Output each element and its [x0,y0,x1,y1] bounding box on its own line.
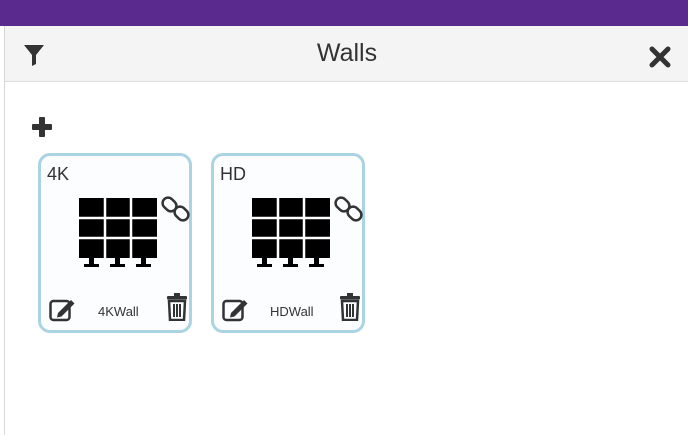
link-icon[interactable] [334,194,364,224]
wall-name: 4KWall [98,304,139,319]
close-icon[interactable] [649,46,671,68]
edit-icon[interactable] [222,296,250,322]
walls-panel: Walls 4K 4KWall HD HDWall [4,26,688,435]
edit-icon[interactable] [49,296,77,322]
wall-card-label: 4K [47,164,70,184]
wall-name: HDWall [270,304,314,319]
trash-icon[interactable] [339,293,361,321]
wall-card-label: HD [220,164,246,184]
filter-icon[interactable] [23,43,45,67]
panel-title: Walls [316,39,378,67]
video-wall-icon [79,198,157,267]
link-icon[interactable] [161,194,191,224]
app-top-bar [0,0,688,26]
wall-card[interactable]: HD HDWall [211,153,365,333]
plus-icon[interactable] [31,116,53,138]
trash-icon[interactable] [166,293,188,321]
wall-card[interactable]: 4K 4KWall [38,153,192,333]
video-wall-icon [252,198,330,267]
panel-header: Walls [5,26,688,82]
